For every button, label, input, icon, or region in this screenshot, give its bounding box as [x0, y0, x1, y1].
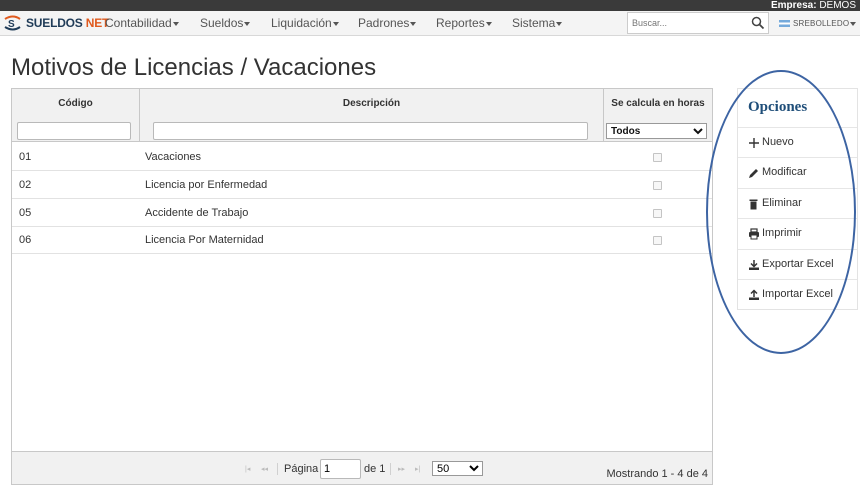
- row-descripcion: Vacaciones: [145, 151, 202, 163]
- descripcion-filter-input[interactable]: [153, 122, 588, 140]
- nav-reportes[interactable]: Reportes: [436, 11, 492, 36]
- flag-icon: [779, 20, 790, 28]
- table-row[interactable]: 05 Accidente de Trabajo: [12, 199, 712, 227]
- row-horas-checkbox: [653, 209, 662, 218]
- table-row[interactable]: 02 Licencia por Enfermedad: [12, 171, 712, 199]
- nav-sueldos-label: Sueldos: [200, 16, 244, 30]
- last-page-icon[interactable]: ▸|: [415, 466, 424, 473]
- trash-icon: [749, 199, 758, 210]
- page-title: Motivos de Licencias / Vacaciones: [11, 54, 377, 81]
- caret-down-icon: [244, 21, 251, 26]
- grid-pager: |◂ ◂◂ Página de 1 ▸▸ ▸| 50 Mostrando 1 -…: [12, 451, 712, 484]
- page-label: Página: [284, 463, 319, 475]
- row-horas-checkbox: [653, 236, 662, 245]
- search-icon[interactable]: [751, 16, 765, 30]
- brand-logo[interactable]: S SUELDOS NET: [2, 13, 109, 33]
- row-horas-checkbox: [653, 153, 662, 162]
- data-grid: Código Descripción Se calcula en horas T…: [11, 88, 713, 485]
- column-descripcion: Descripción: [140, 89, 604, 142]
- nuevo-label: Nuevo: [762, 136, 794, 148]
- next-page-icon[interactable]: ▸▸: [398, 466, 407, 473]
- codigo-filter-input[interactable]: [17, 122, 131, 140]
- svg-text:S: S: [8, 19, 15, 30]
- empresa-bar: Empresa: DEMOS: [0, 0, 860, 11]
- row-codigo: 06: [19, 234, 32, 246]
- plus-icon: [749, 138, 759, 148]
- caret-down-icon: [850, 21, 857, 26]
- nav-padrones[interactable]: Padrones: [358, 11, 417, 36]
- search-input[interactable]: [628, 13, 750, 33]
- column-codigo-label[interactable]: Código: [12, 98, 139, 109]
- column-horas: Se calcula en horas Todos: [604, 89, 712, 142]
- nav-sueldos[interactable]: Sueldos: [200, 11, 251, 36]
- horas-filter-select[interactable]: Todos: [606, 123, 707, 139]
- printer-icon: [749, 228, 759, 240]
- row-descripcion: Licencia por Enfermedad: [145, 179, 268, 191]
- row-descripcion: Licencia Por Maternidad: [145, 234, 264, 246]
- navbar: S SUELDOS NET Contabilidad Sueldos Liqui…: [0, 11, 860, 36]
- modificar-label: Modificar: [762, 166, 807, 178]
- nav-padrones-label: Padrones: [358, 16, 410, 30]
- column-horas-label[interactable]: Se calcula en horas: [604, 98, 712, 109]
- prev-page-icon[interactable]: ◂◂: [261, 466, 270, 473]
- eliminar-button[interactable]: Eliminar: [738, 188, 857, 218]
- importar-excel-label: Importar Excel: [762, 288, 833, 300]
- nav-contabilidad-label: Contabilidad: [105, 16, 172, 30]
- caret-down-icon: [172, 21, 179, 26]
- eliminar-label: Eliminar: [762, 197, 802, 209]
- empresa-value: DEMOS: [819, 0, 856, 11]
- row-codigo: 01: [19, 151, 32, 163]
- pager-divider: [277, 463, 278, 475]
- row-codigo: 05: [19, 207, 32, 219]
- exportar-excel-label: Exportar Excel: [762, 258, 834, 270]
- logo-icon: S: [4, 15, 21, 31]
- user-menu[interactable]: SREBOLLEDO: [779, 11, 857, 36]
- row-horas-checkbox: [653, 181, 662, 190]
- caret-down-icon: [332, 21, 339, 26]
- row-descripcion: Accidente de Trabajo: [145, 207, 249, 219]
- empresa-label: Empresa:: [770, 0, 817, 11]
- user-name: SREBOLLEDO: [793, 19, 850, 28]
- nav-sistema[interactable]: Sistema: [512, 11, 563, 36]
- download-icon: [749, 260, 759, 270]
- page-number-input[interactable]: [320, 459, 361, 479]
- importar-excel-button[interactable]: Importar Excel: [738, 279, 857, 309]
- options-panel: Opciones Nuevo Modificar Eliminar Imprim…: [737, 88, 858, 310]
- page-size-select[interactable]: 50: [432, 461, 483, 476]
- column-codigo: Código: [12, 89, 140, 142]
- pencil-icon: [749, 169, 758, 178]
- search-box: [627, 12, 769, 34]
- row-codigo: 02: [19, 179, 32, 191]
- caret-down-icon: [485, 21, 492, 26]
- exportar-excel-button[interactable]: Exportar Excel: [738, 249, 857, 279]
- table-row[interactable]: 01 Vacaciones: [12, 143, 712, 171]
- first-page-icon[interactable]: |◂: [245, 466, 254, 473]
- nav-liquidacion[interactable]: Liquidación: [271, 11, 339, 36]
- imprimir-label: Imprimir: [762, 227, 802, 239]
- nav-liquidacion-label: Liquidación: [271, 16, 332, 30]
- grid-header: Código Descripción Se calcula en horas T…: [12, 89, 712, 142]
- caret-down-icon: [410, 21, 417, 26]
- column-descripcion-label[interactable]: Descripción: [140, 98, 603, 109]
- page-total-label: de 1: [364, 463, 386, 475]
- options-title: Opciones: [748, 99, 808, 115]
- caret-down-icon: [556, 21, 563, 26]
- brand-name-a: SUELDOS: [26, 16, 83, 30]
- modificar-button[interactable]: Modificar: [738, 157, 857, 187]
- records-summary: Mostrando 1 - 4 de 4: [606, 468, 708, 480]
- pager-divider: [390, 463, 391, 475]
- nav-contabilidad[interactable]: Contabilidad: [105, 11, 179, 36]
- imprimir-button[interactable]: Imprimir: [738, 218, 857, 248]
- brand-name: SUELDOS NET: [26, 16, 109, 30]
- table-row[interactable]: 06 Licencia Por Maternidad: [12, 226, 712, 254]
- nav-reportes-label: Reportes: [436, 16, 485, 30]
- nav-sistema-label: Sistema: [512, 16, 556, 30]
- nuevo-button[interactable]: Nuevo: [738, 127, 857, 157]
- upload-icon: [749, 289, 759, 300]
